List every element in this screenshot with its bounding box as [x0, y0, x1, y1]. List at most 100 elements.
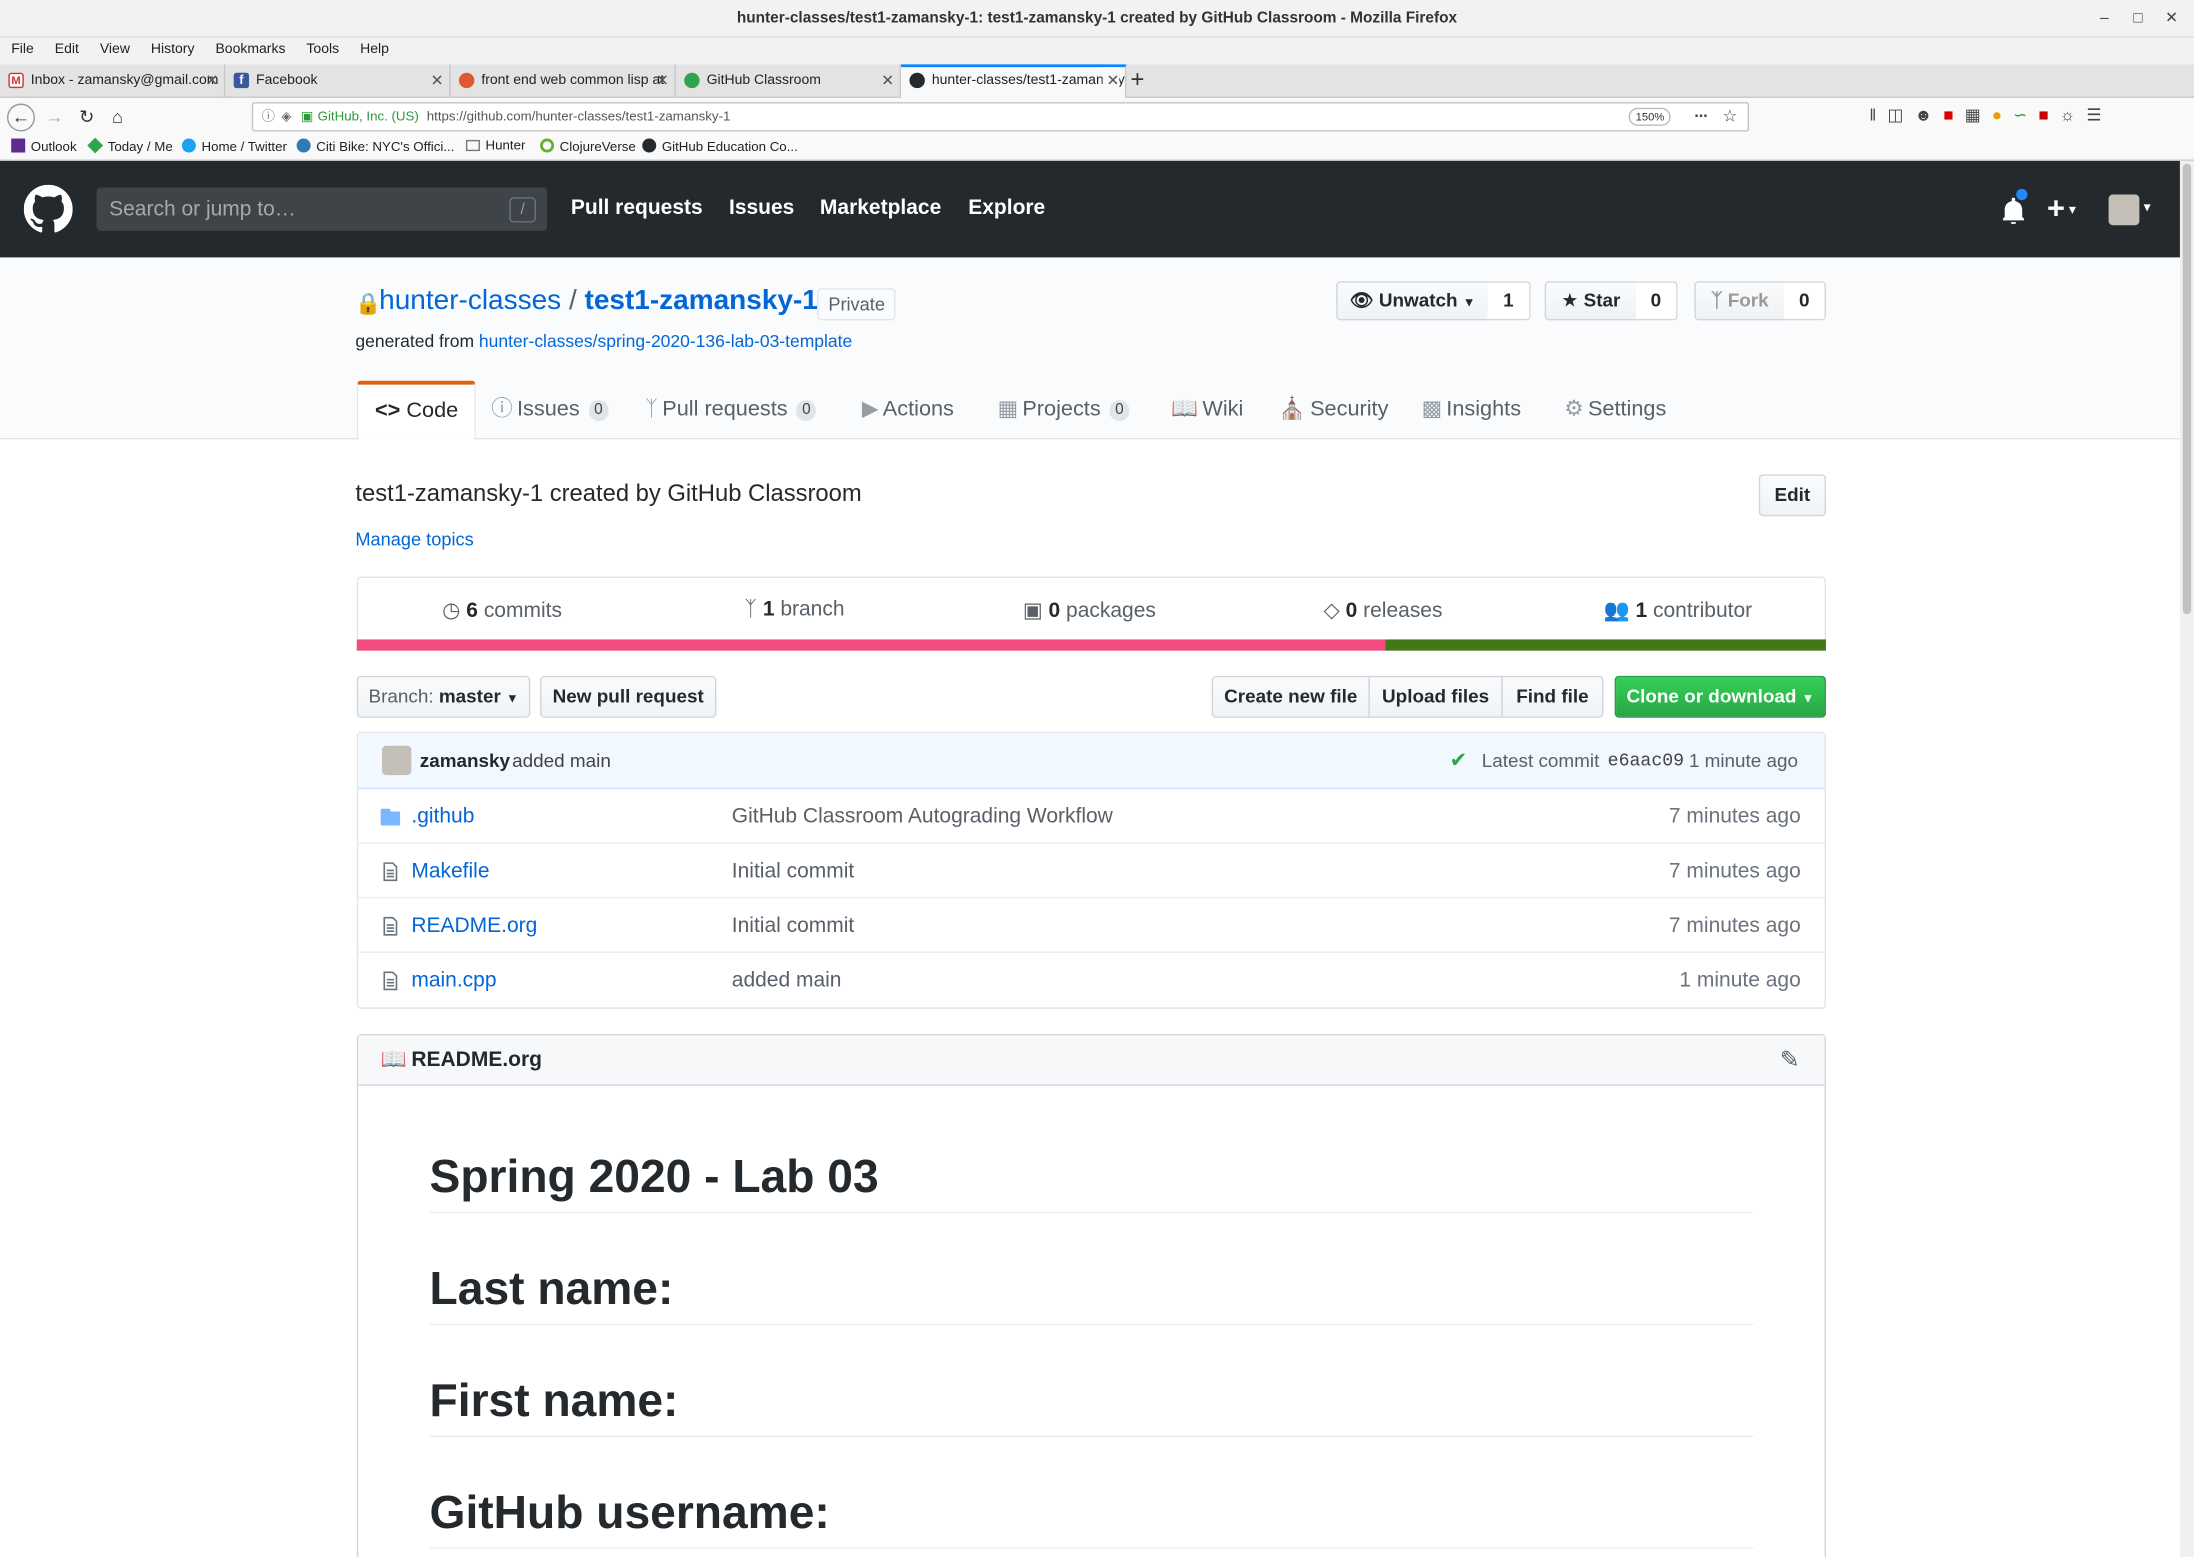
close-window-button[interactable]: ✕ [2155, 0, 2189, 38]
star-button[interactable]: ★ Star [1544, 281, 1638, 321]
packages-link[interactable]: ▣ 0 packages [1023, 597, 1156, 623]
toolbar-extension-icons[interactable]: ‖◫☻■▦●∽■☼☰ [1869, 105, 2112, 125]
file-name[interactable]: .github [411, 789, 474, 844]
commit-author[interactable]: zamansky [420, 733, 510, 789]
site-identity[interactable]: GitHub, Inc. (US) [318, 104, 419, 131]
bookmark-outlook[interactable]: Outlook [11, 138, 77, 155]
bookmark-folder-hunter[interactable]: Hunter [465, 139, 525, 154]
menu-history[interactable]: History [140, 38, 205, 57]
branches-link[interactable]: ᛉ 1 branch [744, 597, 844, 621]
forward-button[interactable]: → [42, 105, 67, 130]
tab-code[interactable]: <> Code [356, 380, 477, 440]
new-tab-button[interactable]: + [1131, 64, 1145, 95]
fork-count[interactable]: 0 [1783, 281, 1826, 321]
browser-tab-gmail[interactable]: M Inbox - zamansky@gmail.com ✕ [0, 64, 226, 98]
menu-help[interactable]: Help [349, 38, 399, 57]
extension-gauge-icon[interactable]: ☼ [2060, 105, 2087, 125]
page-scrollbar[interactable] [2179, 160, 2194, 1557]
bookmark-github-education[interactable]: GitHub Education Co... [642, 138, 798, 155]
minimize-button[interactable]: – [2088, 0, 2122, 38]
manage-topics-link[interactable]: Manage topics [355, 529, 473, 550]
bookmark-clojureverse[interactable]: ClojureVerse [540, 138, 636, 155]
github-logo-icon[interactable] [23, 184, 73, 234]
menu-bookmarks[interactable]: Bookmarks [204, 38, 295, 57]
browser-tab-active-repo[interactable]: hunter-classes/test1-zamansky-1 ✕ [901, 64, 1127, 98]
clone-or-download-button[interactable]: Clone or download ▼ [1614, 675, 1826, 718]
template-link[interactable]: hunter-classes/spring-2020-136-lab-03-te… [479, 332, 852, 352]
tab-issues[interactable]: ⓘ Issues 0 [491, 381, 609, 440]
new-pull-request-button[interactable]: New pull request [540, 675, 717, 718]
menu-tools[interactable]: Tools [295, 38, 349, 57]
nav-issues[interactable]: Issues [729, 196, 794, 220]
fork-button[interactable]: ᛉ Fork [1694, 281, 1786, 321]
commit-message[interactable]: added main [512, 733, 611, 789]
nav-marketplace[interactable]: Marketplace [820, 196, 941, 220]
bookmark-today-me[interactable]: Today / Me [87, 137, 173, 155]
notifications-bell-icon[interactable] [1999, 187, 2029, 225]
bookmark-twitter[interactable]: Home / Twitter [181, 138, 287, 155]
table-row[interactable]: .github GitHub Classroom Autograding Wor… [358, 789, 1825, 844]
extension-wave-icon[interactable]: ∽ [2013, 105, 2038, 125]
file-commit-message[interactable]: GitHub Classroom Autograding Workflow [732, 789, 1113, 844]
tab-pull-requests[interactable]: ᛉ Pull requests 0 [645, 381, 817, 440]
library-icon[interactable]: ‖ [1869, 105, 1887, 125]
bookmark-star-icon[interactable]: ☆ [1722, 104, 1737, 131]
tab-settings[interactable]: ⚙ Settings [1564, 381, 1666, 440]
scrollbar-thumb[interactable] [2182, 163, 2192, 615]
commits-link[interactable]: ◷ 6 commits [442, 597, 562, 623]
file-commit-message[interactable]: Initial commit [732, 844, 854, 899]
home-button[interactable]: ⌂ [105, 105, 130, 130]
extension-pdf-icon[interactable]: ■ [2038, 105, 2059, 125]
close-tab-icon[interactable]: ✕ [1102, 67, 1120, 96]
extension-cookie-icon[interactable]: ● [1992, 105, 2013, 125]
menu-edit[interactable]: Edit [44, 38, 89, 57]
avatar[interactable] [381, 745, 412, 776]
language-bar[interactable] [356, 639, 1826, 651]
repo-owner-link[interactable]: hunter-classes [379, 285, 561, 316]
zoom-indicator[interactable]: 150% [1628, 107, 1672, 126]
create-new-file-button[interactable]: Create new file [1211, 675, 1370, 718]
page-actions-icon[interactable]: ⋯ [1694, 104, 1707, 131]
avatar[interactable] [2108, 194, 2140, 226]
nav-pull-requests[interactable]: Pull requests [571, 196, 703, 220]
file-commit-message[interactable]: added main [732, 953, 842, 1008]
info-icon[interactable]: ⓘ [262, 104, 275, 131]
star-count[interactable]: 0 [1635, 281, 1678, 321]
nav-explore[interactable]: Explore [968, 196, 1045, 220]
close-tab-icon[interactable]: ✕ [205, 64, 218, 98]
releases-link[interactable]: ◇ 0 releases [1324, 597, 1443, 623]
find-file-button[interactable]: Find file [1501, 675, 1604, 718]
commit-sha[interactable]: e6aac09 [1608, 733, 1684, 789]
tracking-shield-icon[interactable]: ◈ [281, 104, 291, 131]
url-text[interactable]: https://github.com/hunter-classes/test1-… [427, 104, 731, 131]
close-tab-icon[interactable]: ✕ [656, 64, 669, 98]
hamburger-menu-icon[interactable]: ☰ [2086, 105, 2112, 125]
table-row[interactable]: README.org Initial commit 7 minutes ago [358, 898, 1825, 953]
browser-tab-github-classroom[interactable]: GitHub Classroom ✕ [676, 64, 902, 98]
chevron-down-icon[interactable]: ▾ [2144, 200, 2151, 215]
file-commit-message[interactable]: Initial commit [732, 898, 854, 953]
sidebar-icon[interactable]: ◫ [1887, 105, 1914, 125]
extension-badge-icon[interactable]: ■ [1943, 105, 1964, 125]
tab-actions[interactable]: ▶ Actions [862, 381, 954, 440]
file-name[interactable]: README.org [411, 898, 537, 953]
back-button[interactable]: ← [6, 103, 35, 132]
table-row[interactable]: main.cpp added main 1 minute ago [358, 953, 1824, 1008]
pencil-icon[interactable]: ✎ [1780, 1035, 1800, 1085]
tab-wiki[interactable]: 📖 Wiki [1171, 381, 1243, 440]
tab-security[interactable]: ⛪ Security [1279, 381, 1389, 440]
file-name[interactable]: main.cpp [411, 953, 496, 1008]
repo-name-link[interactable]: test1-zamansky-1 [585, 285, 818, 316]
edit-description-button[interactable]: Edit [1758, 474, 1826, 517]
close-tab-icon[interactable]: ✕ [881, 64, 894, 98]
watch-count[interactable]: 1 [1487, 281, 1531, 321]
tab-projects[interactable]: ▦ Projects 0 [998, 381, 1130, 440]
menu-view[interactable]: View [89, 38, 140, 57]
language-bar-segment[interactable] [356, 639, 1386, 651]
browser-tab-facebook[interactable]: f Facebook ✕ [225, 64, 451, 98]
contributors-link[interactable]: 👥 1 contributor [1603, 597, 1752, 623]
close-tab-icon[interactable]: ✕ [431, 64, 444, 98]
upload-files-button[interactable]: Upload files [1368, 675, 1503, 718]
branch-select-button[interactable]: Branch: master ▼ [356, 675, 531, 718]
table-row[interactable]: Makefile Initial commit 7 minutes ago [358, 844, 1825, 899]
